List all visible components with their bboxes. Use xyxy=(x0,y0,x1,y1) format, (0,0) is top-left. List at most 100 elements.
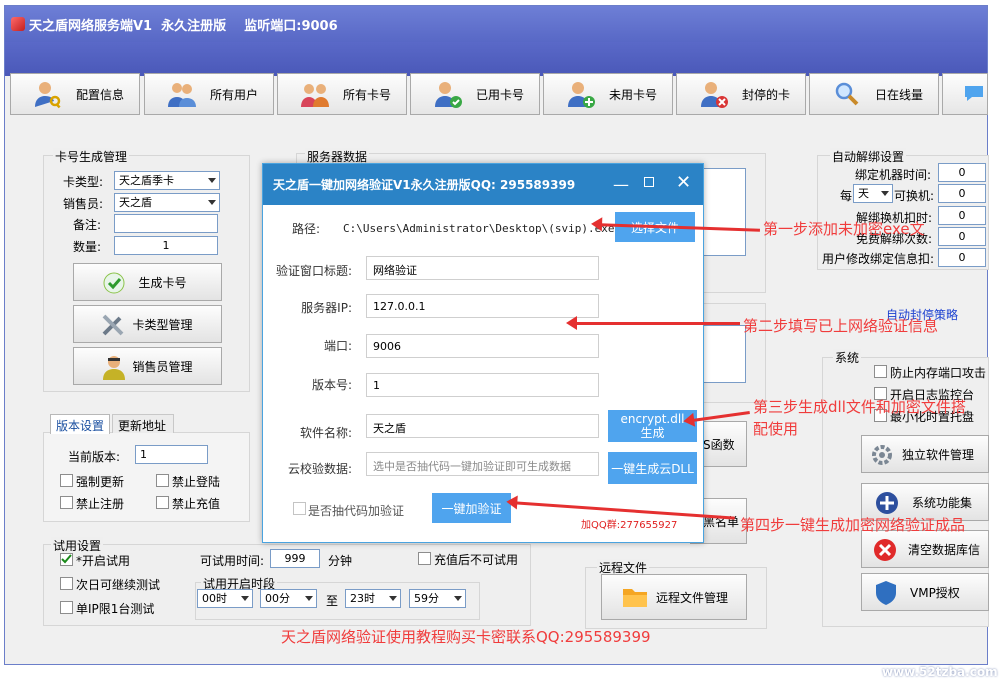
dialog-title: 天之盾一键加网络验证V1永久注册版QQ: 295589399 xyxy=(273,178,576,192)
folder-icon xyxy=(623,589,647,607)
seller-select[interactable]: 天之盾 xyxy=(114,193,220,212)
software-name-input[interactable]: 天之盾 xyxy=(366,414,599,438)
deduct-input[interactable]: 0 xyxy=(938,206,986,225)
step3-text-a: 第三步生成dll文件和加密文件搭 xyxy=(753,398,966,416)
end-min-select[interactable]: 59分 xyxy=(409,589,466,608)
forbid-login-checkbox[interactable] xyxy=(156,474,169,487)
seller-mgmt-button[interactable]: 销售员管理 xyxy=(73,347,222,385)
current-version-input[interactable]: 1 xyxy=(135,445,208,464)
anti-attack-checkbox[interactable] xyxy=(874,365,887,378)
port-input[interactable]: 9006 xyxy=(366,334,599,358)
toolbar-label: 已用卡号 xyxy=(476,87,525,102)
note-label: 备注: xyxy=(73,218,102,232)
seller-value: 天之盾 xyxy=(119,196,152,209)
one-click-dialog: 天之盾一键加网络验证V1永久注册版QQ: 295589399 — ✕ 路径: C… xyxy=(262,163,704,543)
toolbar-unused-cards-button[interactable]: 未用卡号 xyxy=(543,73,673,115)
shield-icon xyxy=(876,581,896,605)
card-gen-group-label: 卡号生成管理 xyxy=(53,148,130,165)
force-update-checkbox[interactable] xyxy=(60,474,73,487)
encrypt-dll-label: encrypt.dll xyxy=(620,412,685,426)
title-bar: 天之盾网络服务端V1 永久注册版 监听端口:9006 xyxy=(5,6,987,42)
card-type-mgmt-button[interactable]: 卡类型管理 xyxy=(73,305,222,343)
independent-mgmt-button[interactable]: 独立软件管理 xyxy=(861,435,989,473)
card-type-value: 天之盾季卡 xyxy=(119,174,174,187)
toolbar-daily-online-button[interactable]: 日在线量 xyxy=(809,73,939,115)
remote-file-button[interactable]: 远程文件管理 xyxy=(601,574,747,620)
start-hour-select[interactable]: 00时 xyxy=(197,589,253,608)
extract-code-label: 是否抽代码加验证 xyxy=(308,504,405,518)
end-hour-select[interactable]: 23时 xyxy=(345,589,401,608)
qq-group-text: 加QQ群:277655927 xyxy=(581,520,678,531)
cloud-dll-button[interactable]: 一键生成云DLL xyxy=(608,452,697,484)
tab-version[interactable]: 版本设置 xyxy=(50,414,110,434)
single-ip-label: 单IP限1台测试 xyxy=(76,602,155,616)
system-group-label: 系统 xyxy=(833,349,862,366)
per-suffix-label: 可换机: xyxy=(894,189,935,203)
trial-time-input[interactable]: 999 xyxy=(270,549,320,568)
toolbar-used-cards-button[interactable]: 已用卡号 xyxy=(410,73,540,115)
start-hour-value: 00时 xyxy=(202,592,227,605)
close-icon[interactable]: ✕ xyxy=(676,172,691,193)
path-value[interactable]: C:\Users\Administrator\Desktop\(svip).ex… xyxy=(343,222,615,235)
trial-time-unit: 分钟 xyxy=(328,554,353,568)
per-input[interactable]: 0 xyxy=(938,184,986,203)
per-unit-select[interactable]: 天 xyxy=(853,184,893,203)
anti-attack-label: 防止内存端口攻击 xyxy=(890,366,987,380)
toolbar-more-button[interactable] xyxy=(942,73,988,115)
generate-card-button[interactable]: 生成卡号 xyxy=(73,263,222,301)
server-ip-input[interactable]: 127.0.0.1 xyxy=(366,294,599,318)
enable-trial-checkbox[interactable] xyxy=(60,553,73,566)
forbid-register-checkbox[interactable] xyxy=(60,496,73,509)
maximize-icon[interactable] xyxy=(644,177,654,187)
extract-code-checkbox[interactable] xyxy=(293,502,306,515)
bind-time-input[interactable]: 0 xyxy=(938,163,986,182)
clear-db-label: 清空数据库信 xyxy=(908,542,981,557)
trial-time-label: 可试用时间: xyxy=(200,554,265,568)
tools-icon xyxy=(102,314,124,336)
window-title-input[interactable]: 网络验证 xyxy=(366,256,599,280)
chevron-down-icon xyxy=(241,596,249,601)
minimize-icon[interactable]: — xyxy=(613,175,629,194)
toolbar-all-users-button[interactable]: 所有用户 xyxy=(144,73,274,115)
bind-time-label: 绑定机器时间: xyxy=(855,168,932,182)
start-min-select[interactable]: 00分 xyxy=(260,589,317,608)
encrypt-generate-label: 生成 xyxy=(640,426,665,440)
cloud-data-input[interactable]: 选中是否抽代码一键加验证即可生成数据 xyxy=(366,452,599,476)
no-trial-after-recharge-label: 充值后不可试用 xyxy=(434,553,519,567)
current-version-label: 当前版本: xyxy=(68,450,121,464)
no-trial-after-recharge-checkbox[interactable] xyxy=(418,552,431,565)
modify-bind-input[interactable]: 0 xyxy=(938,248,986,267)
chevron-down-icon xyxy=(389,596,397,601)
toolbar-all-cards-button[interactable]: 所有卡号 xyxy=(277,73,407,115)
card-type-select[interactable]: 天之盾季卡 xyxy=(114,171,220,190)
port-label: 端口: xyxy=(323,339,352,353)
step3-text-b: 配使用 xyxy=(753,420,799,438)
step4-text: 第四步一键生成加密网络验证成品 xyxy=(740,516,966,534)
app-icon xyxy=(11,17,25,31)
toolbar-banned-cards-button[interactable]: 封停的卡 xyxy=(676,73,806,115)
toolbar-config-button[interactable]: 配置信息 xyxy=(10,73,140,115)
qty-input[interactable]: 1 xyxy=(114,236,218,255)
toolbar-label: 配置信息 xyxy=(76,87,125,102)
forbid-recharge-label: 禁止充值 xyxy=(172,497,221,511)
tab-update[interactable]: 更新地址 xyxy=(112,414,174,433)
function-button-label: S函数 xyxy=(703,437,735,452)
free-unbind-input[interactable]: 0 xyxy=(938,227,986,246)
user-key-icon xyxy=(35,82,61,109)
dialog-title-bar: 天之盾一键加网络验证V1永久注册版QQ: 295589399 — ✕ xyxy=(263,164,703,205)
server-data-list[interactable] xyxy=(700,168,746,256)
middle-list[interactable] xyxy=(702,325,746,383)
forbid-recharge-checkbox[interactable] xyxy=(156,496,169,509)
clear-db-button[interactable]: 清空数据库信 xyxy=(861,530,989,568)
one-click-add-button[interactable]: 一键加验证 xyxy=(432,493,511,523)
version-input[interactable]: 1 xyxy=(366,373,599,397)
next-day-checkbox[interactable] xyxy=(60,577,73,590)
seller-label: 销售员: xyxy=(63,197,104,211)
chevron-down-icon xyxy=(881,191,889,196)
toolbar-label: 未用卡号 xyxy=(609,87,658,102)
single-ip-checkbox[interactable] xyxy=(60,601,73,614)
vmp-button[interactable]: VMP授权 xyxy=(861,573,989,611)
start-min-value: 00分 xyxy=(265,592,290,605)
note-input[interactable] xyxy=(114,214,218,233)
gear-icon xyxy=(872,445,892,465)
